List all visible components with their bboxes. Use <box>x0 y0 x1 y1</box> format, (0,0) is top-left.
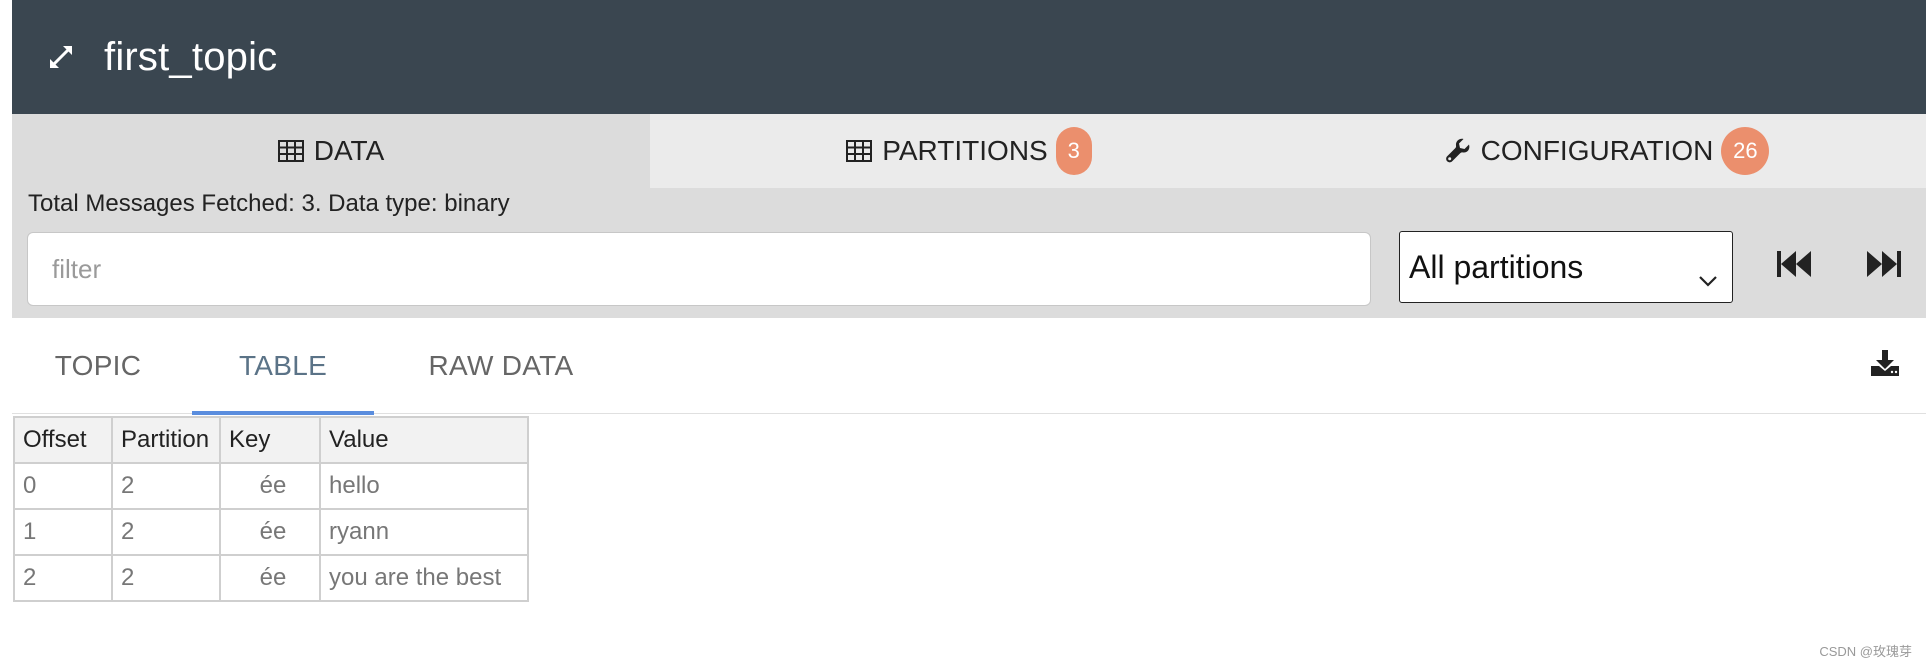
view-mode-tabs: TOPIC TABLE RAW DATA <box>12 318 1926 415</box>
value-cell: ryann <box>319 508 529 556</box>
table-icon <box>277 140 304 162</box>
wrench-icon <box>1445 138 1471 164</box>
partition-select-value: All partitions <box>1409 248 1584 285</box>
partition-select[interactable]: All partitions <box>1399 231 1733 303</box>
partition-cell: 2 <box>111 462 221 510</box>
tab-raw-data[interactable]: RAW DATA <box>418 318 584 414</box>
table-row[interactable]: 2 2 ée you are the best <box>13 554 529 602</box>
watermark: CSDN @玫瑰芽 <box>1819 644 1912 659</box>
skip-to-end-icon <box>1866 249 1902 284</box>
column-header: Partition <box>111 416 221 464</box>
key-cell: ée <box>219 554 321 602</box>
filter-input[interactable] <box>27 232 1371 306</box>
fetch-summary: Total Messages Fetched: 3. Data type: bi… <box>28 190 510 217</box>
partition-cell: 2 <box>111 554 221 602</box>
value-cell: you are the best <box>319 554 529 602</box>
table-row[interactable]: 1 2 ée ryann <box>13 508 529 556</box>
tab-partitions-label: PARTITIONS <box>882 135 1048 166</box>
column-header: Key <box>219 416 321 464</box>
tab-partitions[interactable]: PARTITIONS 3 <box>650 114 1288 188</box>
expand-icon[interactable] <box>42 38 80 76</box>
skip-to-end-button[interactable] <box>1862 244 1906 288</box>
offset-cell: 2 <box>13 554 113 602</box>
column-header: Offset <box>13 416 113 464</box>
offset-cell: 0 <box>13 462 113 510</box>
download-button[interactable] <box>1868 348 1902 382</box>
messages-table: Offset Partition Key Value 0 2 ée hello … <box>13 416 529 602</box>
topic-tabs: DATA PARTITIONS 3 CONFIGURATION 26 <box>12 114 1926 188</box>
data-controls-panel: Total Messages Fetched: 3. Data type: bi… <box>12 188 1926 318</box>
table-icon <box>846 140 873 162</box>
topic-header: first_topic <box>12 0 1926 114</box>
left-edge-strip <box>0 0 12 670</box>
topic-viewer: first_topic DATA PARTITIONS 3 CONFIGURAT… <box>12 0 1926 670</box>
offset-cell: 1 <box>13 508 113 556</box>
table-row[interactable]: 0 2 ée hello <box>13 462 529 510</box>
topic-title: first_topic <box>104 34 278 79</box>
table-header-row: Offset Partition Key Value <box>13 416 529 464</box>
download-icon <box>1870 349 1900 382</box>
tab-data-label: DATA <box>313 135 385 166</box>
key-cell: ée <box>219 462 321 510</box>
chevron-down-icon <box>1698 258 1718 295</box>
skip-to-start-button[interactable] <box>1772 244 1816 288</box>
key-cell: ée <box>219 508 321 556</box>
skip-to-start-icon <box>1776 249 1812 284</box>
tab-table[interactable]: TABLE <box>192 318 374 415</box>
partition-cell: 2 <box>111 508 221 556</box>
value-cell: hello <box>319 462 529 510</box>
partitions-count-badge: 3 <box>1055 127 1092 175</box>
tab-configuration-label: CONFIGURATION <box>1480 135 1714 166</box>
column-header: Value <box>319 416 529 464</box>
tab-data[interactable]: DATA <box>12 114 650 188</box>
configuration-count-badge: 26 <box>1721 127 1770 175</box>
tab-topic[interactable]: TOPIC <box>48 318 148 414</box>
tab-configuration[interactable]: CONFIGURATION 26 <box>1288 114 1926 188</box>
